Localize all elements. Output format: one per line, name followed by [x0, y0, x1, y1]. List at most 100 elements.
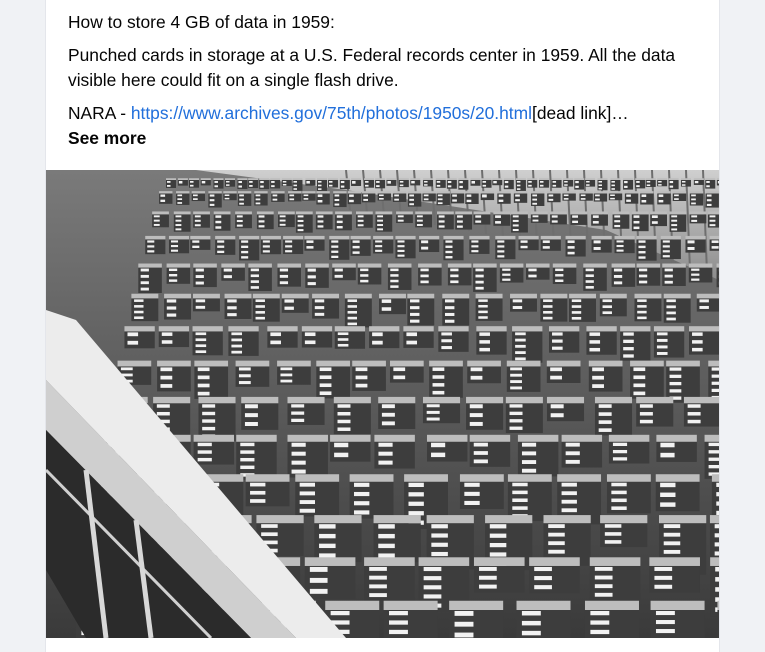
card-box: [252, 293, 280, 322]
card-box: [653, 326, 685, 358]
card-box: [473, 263, 497, 292]
card-box: [649, 557, 700, 593]
source-link[interactable]: https://www.archives.gov/75th/photos/195…: [131, 103, 532, 123]
post-photo[interactable]: [46, 170, 719, 638]
card-box: [569, 293, 597, 322]
card-box: [281, 178, 292, 187]
card-box: [177, 178, 188, 186]
card-box: [668, 178, 679, 190]
card-box: [315, 211, 333, 230]
card-box: [513, 191, 528, 203]
card-box: [635, 178, 646, 189]
card-box: [495, 235, 516, 260]
card-box: [666, 360, 700, 403]
card-box: [548, 326, 580, 353]
card-box: [364, 178, 375, 188]
card-box: [241, 396, 279, 430]
card-box: [599, 293, 627, 317]
card-box: [458, 178, 469, 190]
card-box: [369, 326, 400, 349]
card-box: [351, 178, 362, 186]
card-box: [131, 293, 159, 322]
card-box: [277, 360, 311, 385]
card-box: [709, 235, 719, 251]
card-box: [193, 434, 235, 465]
card-box: [422, 191, 436, 202]
card-box: [506, 360, 541, 392]
card-box: [656, 434, 697, 462]
card-box: [283, 235, 304, 255]
card-box: [292, 178, 303, 191]
see-more-button[interactable]: See more: [68, 126, 146, 151]
card-box: [194, 360, 229, 399]
card-box: [407, 293, 435, 326]
card-box: [166, 263, 191, 284]
card-box: [288, 191, 302, 202]
card-box: [198, 396, 236, 441]
card-box: [476, 326, 507, 355]
card-box: [166, 178, 176, 188]
card-box: [192, 293, 220, 312]
card-box: [189, 178, 200, 188]
card-box: [438, 326, 469, 352]
card-box: [239, 235, 260, 261]
card-box: [660, 235, 681, 260]
card-box: [347, 191, 362, 205]
card-box: [389, 360, 424, 383]
card-box: [530, 211, 548, 223]
card-box: [689, 191, 704, 206]
card-box: [236, 434, 277, 480]
card-box: [254, 191, 268, 206]
card-box: [585, 178, 596, 187]
card-box: [403, 326, 434, 348]
card-box: [224, 293, 252, 320]
feed: How to store 4 GB of data in 1959: Punch…: [0, 0, 765, 652]
card-box: [237, 178, 248, 190]
card-box: [459, 474, 504, 510]
card-box: [377, 191, 392, 201]
card-box: [173, 211, 191, 232]
card-box: [512, 326, 543, 363]
card-box: [379, 293, 406, 315]
card-box: [574, 178, 585, 190]
card-box: [469, 434, 511, 467]
card-box: [357, 263, 382, 285]
card-box: [565, 235, 586, 257]
card-box: [517, 434, 559, 477]
card-box: [631, 211, 649, 232]
card-box: [470, 178, 481, 186]
post-title-line: How to store 4 GB of data in 1959:: [68, 12, 335, 32]
card-box: [608, 191, 623, 201]
card-box: [334, 326, 366, 349]
card-box: [446, 178, 457, 189]
card-box: [475, 293, 503, 321]
card-box: [235, 211, 252, 229]
card-box: [591, 235, 612, 253]
card-box: [612, 211, 630, 229]
card-box: [415, 211, 433, 228]
card-box: [215, 235, 236, 255]
card-box: [657, 191, 671, 205]
card-box: [437, 211, 454, 230]
card-box: [527, 178, 538, 188]
post-caption: Punched cards in storage at a U.S. Feder…: [68, 45, 676, 90]
card-box: [707, 211, 719, 228]
card-box: [563, 178, 574, 187]
card-box: [588, 360, 623, 392]
card-box: [447, 263, 472, 286]
card-box: [492, 178, 503, 186]
card-box: [396, 211, 413, 224]
card-box: [295, 474, 340, 517]
card-box: [672, 191, 687, 202]
card-box: [620, 326, 651, 361]
card-box: [467, 360, 501, 384]
card-box: [657, 178, 668, 187]
card-box: [426, 434, 468, 462]
card-box: [295, 211, 313, 233]
card-box: [551, 178, 562, 188]
card-box: [305, 263, 329, 288]
card-box: [271, 191, 285, 202]
card-box: [312, 293, 340, 319]
card-box: [398, 178, 409, 188]
card-box: [364, 557, 415, 601]
